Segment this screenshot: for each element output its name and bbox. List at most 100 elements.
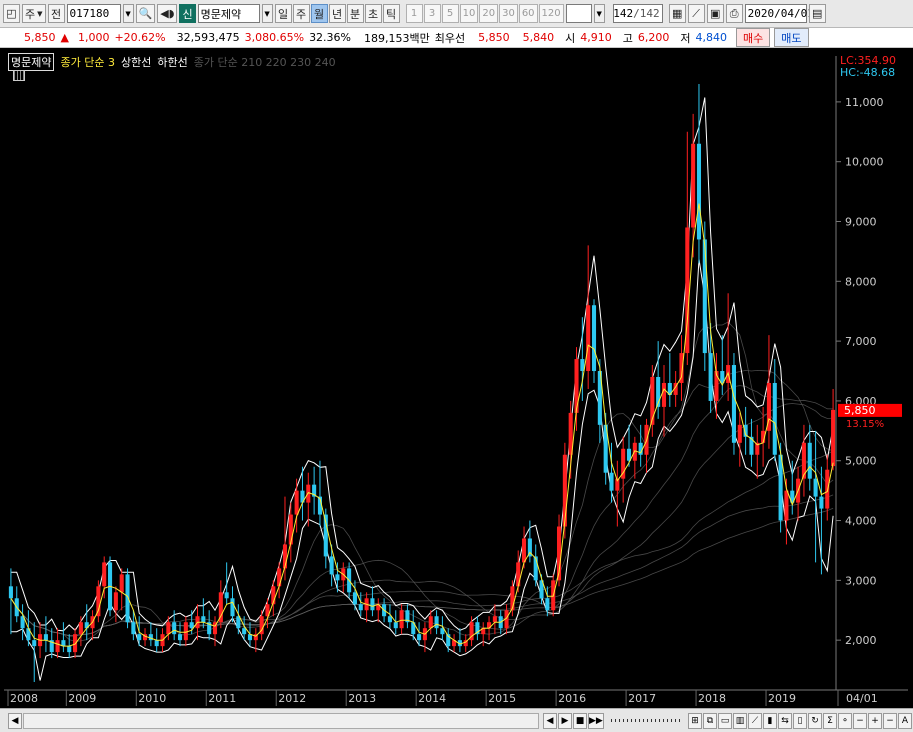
interval-dropdown-icon[interactable]: ▼ [593, 4, 605, 23]
toolbar: ◰ 주 ▼ 전 017180 ▼ 🔍 ◀◗ 신 명문제약 ▼ 일주월년분초틱 13… [0, 0, 913, 28]
candle-body [8, 586, 13, 599]
save-icon[interactable]: ▣ [706, 4, 724, 23]
interval-button-1[interactable]: 3 [423, 4, 441, 23]
search-icon[interactable]: 🔍 [135, 4, 156, 23]
candle-body [73, 634, 78, 653]
minimize-icon[interactable]: − [853, 712, 867, 729]
sell-button[interactable]: 매도 [774, 28, 809, 47]
bar-icon[interactable]: ▮ [763, 712, 777, 729]
candle-body [434, 616, 439, 629]
candle-body [609, 472, 614, 491]
calendar-icon[interactable]: ▤ [808, 4, 826, 23]
candle-body [387, 616, 392, 623]
price-chart[interactable]: 11,00010,0009,0008,0007,0006,0005,0004,0… [0, 48, 913, 708]
y-tick-label: 9,000 [845, 216, 877, 229]
period-tab-1[interactable]: 주 [292, 4, 310, 23]
trend-icon[interactable]: ⟋ [687, 4, 705, 23]
zoom-in-icon[interactable]: + [868, 712, 882, 729]
x-tick-label: 2014 [418, 692, 446, 705]
candle-body [749, 436, 754, 455]
print-icon[interactable]: ⎙ [725, 4, 743, 23]
legend-lower[interactable]: 하한선 [157, 54, 187, 70]
stock-code-input[interactable]: 017180 [66, 4, 121, 23]
candle-body [417, 634, 422, 641]
x-tick-label-last: 04/01 [846, 692, 878, 705]
nav-button-2[interactable]: ■ [572, 712, 587, 729]
candle-body [177, 634, 183, 641]
compare-icon[interactable]: ⇆ [778, 712, 792, 729]
interval-button-3[interactable]: 10 [459, 4, 479, 23]
period-tab-0[interactable]: 일 [274, 4, 292, 23]
chart-type-icon[interactable]: ▥ [733, 712, 747, 729]
scroll-left-icon[interactable]: ◀ [8, 712, 22, 729]
interval-button-5[interactable]: 30 [499, 4, 518, 23]
candle-body [172, 622, 177, 635]
candle-body [813, 478, 818, 497]
candle-body [148, 634, 153, 641]
candle-body [294, 490, 299, 515]
crosshair-icon[interactable]: ⊞ [688, 712, 702, 729]
copy-icon[interactable]: ⧉ [703, 712, 717, 729]
candle-body [492, 616, 497, 623]
candle-body [55, 640, 60, 653]
nav-button-0[interactable]: ◀ [542, 712, 557, 729]
candle-body [201, 616, 206, 623]
mode-select[interactable]: 주 ▼ [22, 4, 46, 23]
period-tab-3[interactable]: 년 [328, 4, 346, 23]
candle-body [189, 622, 194, 629]
interval-buttons: 1 3 5 10 20 30 60 120 [405, 4, 564, 23]
candle-body [516, 562, 521, 587]
zoom-slider[interactable] [610, 719, 682, 722]
legend-stock[interactable]: 명문제약 [8, 53, 55, 71]
name-dropdown-icon[interactable]: ▼ [261, 4, 273, 23]
candle-body [166, 622, 171, 635]
candle-body [702, 239, 707, 354]
interval-custom-input[interactable] [565, 4, 592, 23]
interval-button-4[interactable]: 20 [479, 4, 499, 23]
legend-long-ma[interactable]: 종가 단순 210 220 230 240 [194, 54, 336, 70]
interval-button-2[interactable]: 5 [441, 4, 459, 23]
y-tick-label: 2,000 [845, 634, 877, 647]
quote-bar: 5,850 ▲ 1,000 +20.62% 32,593,475 3,080.6… [0, 28, 913, 48]
zoom-out-icon[interactable]: − [883, 712, 897, 729]
code-dropdown-icon[interactable]: ▼ [122, 4, 134, 23]
period-tab-4[interactable]: 분 [346, 4, 364, 23]
buy-button[interactable]: 매수 [736, 28, 771, 47]
y-tick-label: 7,000 [845, 335, 877, 348]
legend-ma[interactable]: 종가 단순 3 [60, 54, 114, 70]
candle-body [691, 143, 696, 228]
hc-label: HC:-48.68 [840, 66, 895, 79]
grid-icon[interactable]: ▦ [668, 4, 686, 23]
line-icon[interactable]: ⟋ [748, 712, 762, 729]
ask-price: 5,850 [478, 31, 510, 44]
date-field[interactable]: 2020/04/01 [744, 4, 814, 23]
candle-body [131, 622, 136, 635]
count-field[interactable]: 142/142 [612, 4, 663, 23]
best-quote-label: 최우선 [434, 31, 466, 45]
filter-icon[interactable]: ⚬ [838, 712, 852, 729]
font-size-icon[interactable]: A [898, 712, 912, 729]
candle-body [358, 604, 363, 611]
window-icon[interactable]: ▭ [718, 712, 732, 729]
refresh-icon[interactable]: ↻ [808, 712, 822, 729]
legend-upper[interactable]: 상한선 [121, 54, 151, 70]
interval-button-7[interactable]: 120 [538, 4, 564, 23]
nav-button-3[interactable]: ▶▶ [587, 712, 604, 729]
period-tab-6[interactable]: 틱 [382, 4, 400, 23]
scrollbar-track[interactable] [23, 712, 539, 729]
interval-button-0[interactable]: 1 [405, 4, 423, 23]
chart-settings-icon[interactable]: ◰ [3, 4, 20, 23]
candle-body [807, 442, 812, 479]
bid-price: 5,840 [522, 31, 555, 44]
period-tab-2[interactable]: 월 [310, 4, 328, 23]
period-tab-5[interactable]: 초 [364, 4, 382, 23]
interval-button-6[interactable]: 60 [518, 4, 538, 23]
speaker-icon[interactable]: ◀◗ [157, 4, 178, 23]
table-icon[interactable] [13, 70, 25, 81]
market-select[interactable]: 전 [47, 4, 65, 23]
sum-icon[interactable]: Σ [823, 712, 837, 729]
candle-body [819, 496, 824, 509]
nav-button-1[interactable]: ▶ [557, 712, 572, 729]
x-tick-label: 2018 [698, 692, 726, 705]
layout-icon[interactable]: ▯ [793, 712, 807, 729]
